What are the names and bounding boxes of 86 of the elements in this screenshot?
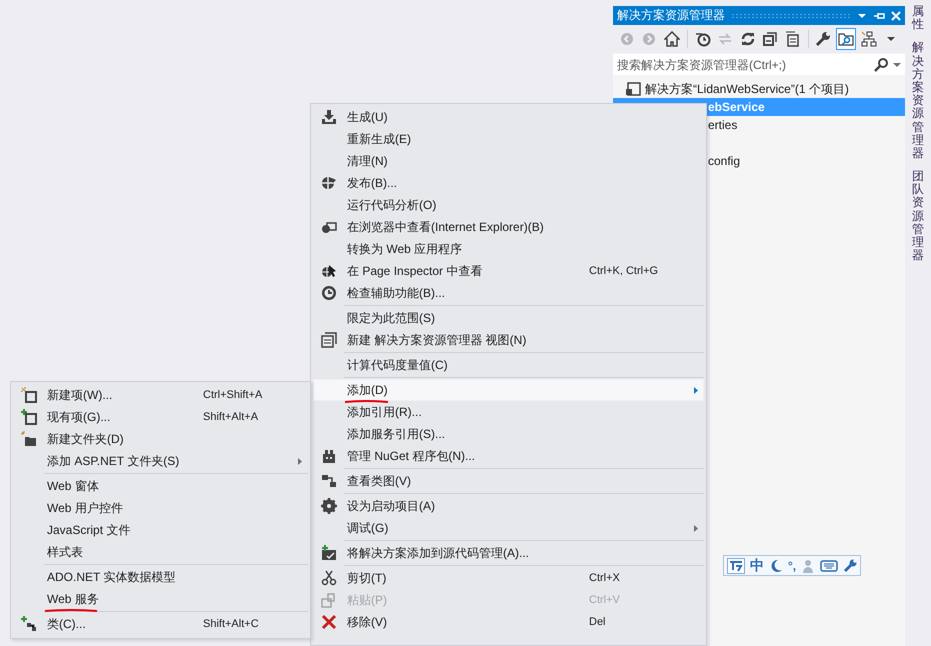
globe-cursor-icon [321, 263, 337, 279]
menu-item[interactable]: 转换为 Web 应用程序 [313, 238, 704, 260]
add-item-icon [21, 409, 37, 425]
new-folder-icon [21, 431, 37, 447]
wrench-icon [815, 31, 832, 47]
menu-item[interactable]: 新建项(W)... Ctrl+Shift+A [13, 384, 308, 406]
input-mode-icon [728, 558, 744, 572]
shortcut-text: Ctrl+K, Ctrl+G [589, 265, 658, 277]
search-icon [873, 56, 889, 72]
menu-item[interactable]: 添加 ASP.NET 文件夹(S) [13, 450, 308, 472]
menu-item[interactable]: 样式表 [13, 541, 308, 563]
menu-item[interactable]: 类(C)... Shift+Alt+C [13, 613, 308, 635]
person-icon [801, 558, 816, 572]
side-tab[interactable]: 属性 [909, 5, 927, 32]
menu-item[interactable]: 新建文件夹(D) [13, 428, 308, 450]
build-icon [321, 109, 337, 125]
solution-icon [625, 81, 641, 97]
window-list-icon [321, 332, 337, 348]
menu-item[interactable]: 将解决方案添加到源代码管理(A)... [313, 542, 704, 564]
menu-item[interactable]: 剪切(T) Ctrl+X [313, 567, 704, 589]
menu-item[interactable]: 查看类图(V) [313, 470, 704, 492]
menu-item[interactable]: 发布(B)... [313, 172, 704, 194]
clock-icon [321, 285, 337, 301]
source-control-icon [321, 545, 337, 561]
menu-item[interactable]: 计算代码度量值(C) [313, 354, 704, 376]
gear-icon [321, 498, 337, 514]
pin-icon [873, 10, 885, 20]
shortcut-text: Ctrl+Shift+A [203, 389, 262, 401]
close-icon [891, 10, 901, 20]
menu-item[interactable]: 管理 NuGet 程序包(N)... [313, 445, 704, 467]
menu-item[interactable]: 设为启动项目(A) [313, 495, 704, 517]
menu-item[interactable]: 移除(V) Del [313, 611, 704, 633]
toolbar-button[interactable] [836, 28, 856, 50]
menu-item[interactable]: 添加(D) [313, 379, 704, 401]
menu-item[interactable]: Web 服务 [13, 588, 308, 610]
shortcut-text: Shift+Alt+C [203, 618, 259, 630]
forward-icon [641, 31, 658, 47]
side-tab[interactable]: 解决方案资源管理器 [909, 41, 927, 160]
class-diagram-icon [321, 473, 337, 489]
caret-icon [887, 37, 896, 41]
menu-item[interactable]: 现有项(G)... Shift+Alt+A [13, 406, 308, 428]
menu-item[interactable]: 在 Page Inspector 中查看 Ctrl+K, Ctrl+G [313, 260, 704, 282]
collapse-icon [762, 31, 778, 47]
menu-item[interactable]: 在浏览器中查看(Internet Explorer)(B) [313, 216, 704, 238]
menu-item[interactable]: Web 用户控件 [13, 497, 308, 519]
menu-item[interactable]: 添加服务引用(S)... [313, 423, 704, 445]
moon-icon [769, 558, 783, 572]
hierarchy-icon [860, 31, 877, 47]
menu-item[interactable]: 新建 解决方案资源管理器 视图(N) [313, 329, 704, 351]
wrench-icon [843, 558, 858, 572]
shortcut-text: Ctrl+V [589, 594, 620, 606]
menu-item[interactable]: 重新生成(E) [313, 128, 704, 150]
menu-item[interactable]: JavaScript 文件 [13, 519, 308, 541]
shortcut-text: Del [589, 616, 606, 628]
language-toggle[interactable]: 中 [750, 556, 764, 574]
menu-item[interactable]: ADO.NET 实体数据模型 [13, 566, 308, 588]
menu-item[interactable]: 限定为此范围(S) [313, 307, 704, 329]
delete-icon [321, 614, 337, 630]
panel-title: 解决方案资源管理器 [617, 7, 725, 24]
folder-search-icon [838, 31, 854, 47]
sync-icon [717, 31, 734, 47]
add-class-icon [21, 616, 37, 632]
caret-icon [893, 60, 901, 68]
refresh-icon [740, 31, 756, 47]
tree-item[interactable]: 解决方案“LidanWebService”(1 个项目) [613, 80, 905, 98]
scissors-icon [321, 570, 337, 586]
globe-icon [321, 175, 337, 191]
toolbar-button[interactable] [662, 28, 682, 50]
shortcut-text: Ctrl+X [589, 572, 620, 584]
back-icon [618, 31, 635, 47]
new-item-icon [21, 387, 37, 403]
files-icon [784, 31, 801, 47]
side-tab[interactable]: 团队资源管理器 [909, 170, 927, 262]
package-icon [321, 448, 337, 464]
menu-item[interactable]: 运行代码分析(O) [313, 194, 704, 216]
search-field[interactable]: 搜索解决方案资源管理器(Ctrl+;) [613, 54, 905, 75]
clock-icon [694, 31, 710, 47]
home-icon [664, 31, 680, 47]
menu-item[interactable]: 添加引用(R)... [313, 401, 704, 423]
keyboard-icon [820, 560, 838, 572]
menu-item[interactable]: 调试(G) [313, 517, 704, 539]
punctuation-toggle[interactable]: °, [788, 558, 796, 572]
menu-item[interactable]: Web 窗体 [13, 475, 308, 497]
shortcut-text: Shift+Alt+A [203, 411, 258, 423]
menu-item[interactable]: 检查辅助功能(B)... [313, 282, 704, 304]
menu-item[interactable]: 清理(N) [313, 150, 704, 172]
